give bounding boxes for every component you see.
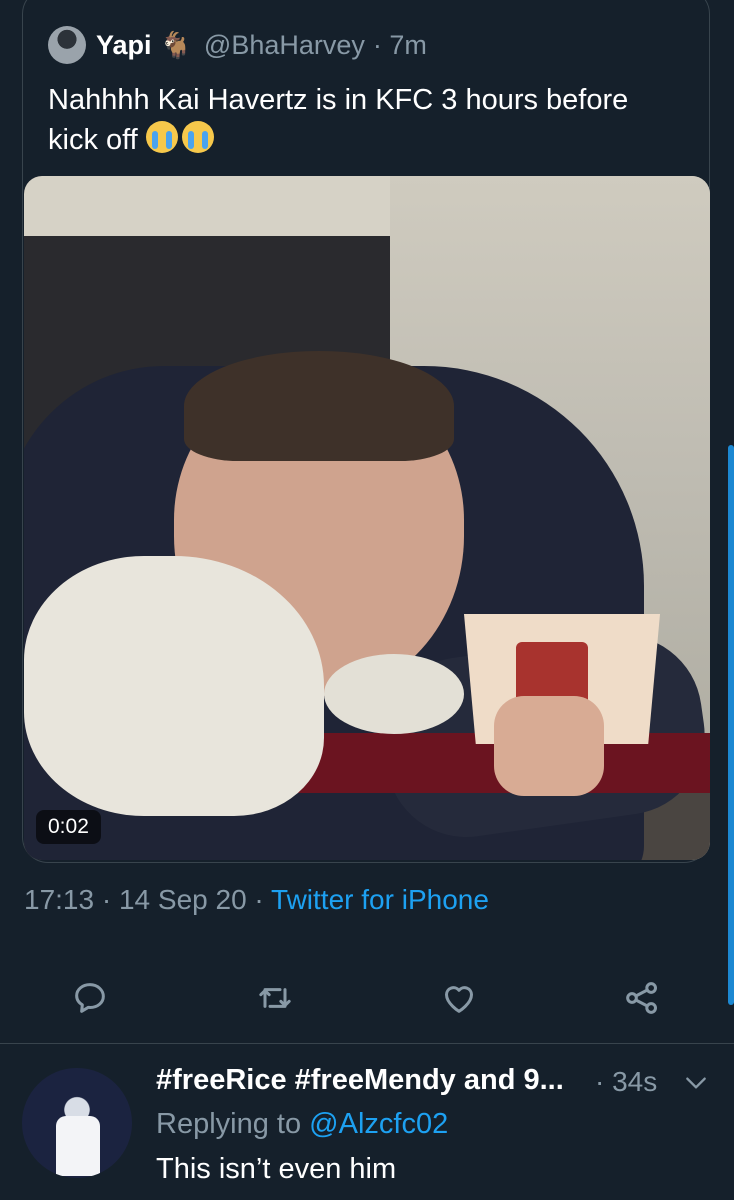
- video-tissue: [324, 654, 464, 734]
- quoted-tweet-time: · 7m: [372, 29, 427, 60]
- chevron-down-icon[interactable]: [683, 1070, 709, 1096]
- avatar[interactable]: [22, 1068, 132, 1178]
- reply-text: This isn’t even him: [156, 1153, 397, 1185]
- replying-to-mention[interactable]: @Alzcfc02: [309, 1108, 448, 1140]
- video-person-hand: [494, 696, 604, 796]
- meta-separator: ·: [101, 884, 112, 915]
- loudly-crying-face-emoji: [145, 121, 178, 153]
- tweet-source-link[interactable]: Twitter for iPhone: [271, 884, 489, 915]
- reply-author-name[interactable]: #freeRice #freeMendy and 9...: [156, 1064, 564, 1097]
- tweet-date: 14 Sep 20: [118, 884, 247, 915]
- avatar[interactable]: [48, 26, 86, 64]
- tweet-time: 17:13: [24, 884, 95, 915]
- quoted-tweet-text: Nahhhh Kai Havertz is in KFC 3 hours bef…: [48, 80, 668, 160]
- meta-separator: ·: [254, 884, 264, 915]
- like-button[interactable]: [431, 970, 487, 1026]
- tweet-action-bar: [0, 970, 734, 1026]
- quoted-tweet-body: Nahhhh Kai Havertz is in KFC 3 hours bef…: [48, 84, 629, 156]
- replying-to-line: Replying to @Alzcfc02: [156, 1108, 448, 1141]
- retweet-icon: [259, 988, 291, 1008]
- loudly-crying-face-emoji: [181, 121, 214, 153]
- reply-button[interactable]: [62, 970, 118, 1026]
- reply-icon: [75, 983, 105, 1013]
- share-icon: [626, 982, 657, 1014]
- quoted-tweet-handle: @BhaHarvey: [203, 29, 365, 60]
- video-tissue: [24, 556, 324, 816]
- quoted-tweet-header: Yapi 🐐 @BhaHarvey · 7m: [48, 26, 427, 64]
- video-player[interactable]: 0:02: [24, 176, 710, 860]
- video-duration-badge: 0:02: [36, 810, 101, 844]
- tweet-meta: 17:13 · 14 Sep 20 · Twitter for iPhone: [24, 884, 489, 916]
- share-button[interactable]: [614, 970, 670, 1026]
- divider: [0, 1043, 734, 1044]
- retweet-button[interactable]: [247, 970, 303, 1026]
- avatar-figure: [56, 1116, 100, 1176]
- reply-time: · 34s: [595, 1066, 658, 1097]
- replying-to-label: Replying to: [156, 1108, 302, 1140]
- like-icon: [445, 986, 473, 1013]
- goat-icon: 🐐: [159, 29, 192, 60]
- video-person-hair: [184, 351, 454, 461]
- quoted-tweet-author-name[interactable]: Yapi: [96, 30, 152, 61]
- scrollbar[interactable]: [728, 445, 734, 1005]
